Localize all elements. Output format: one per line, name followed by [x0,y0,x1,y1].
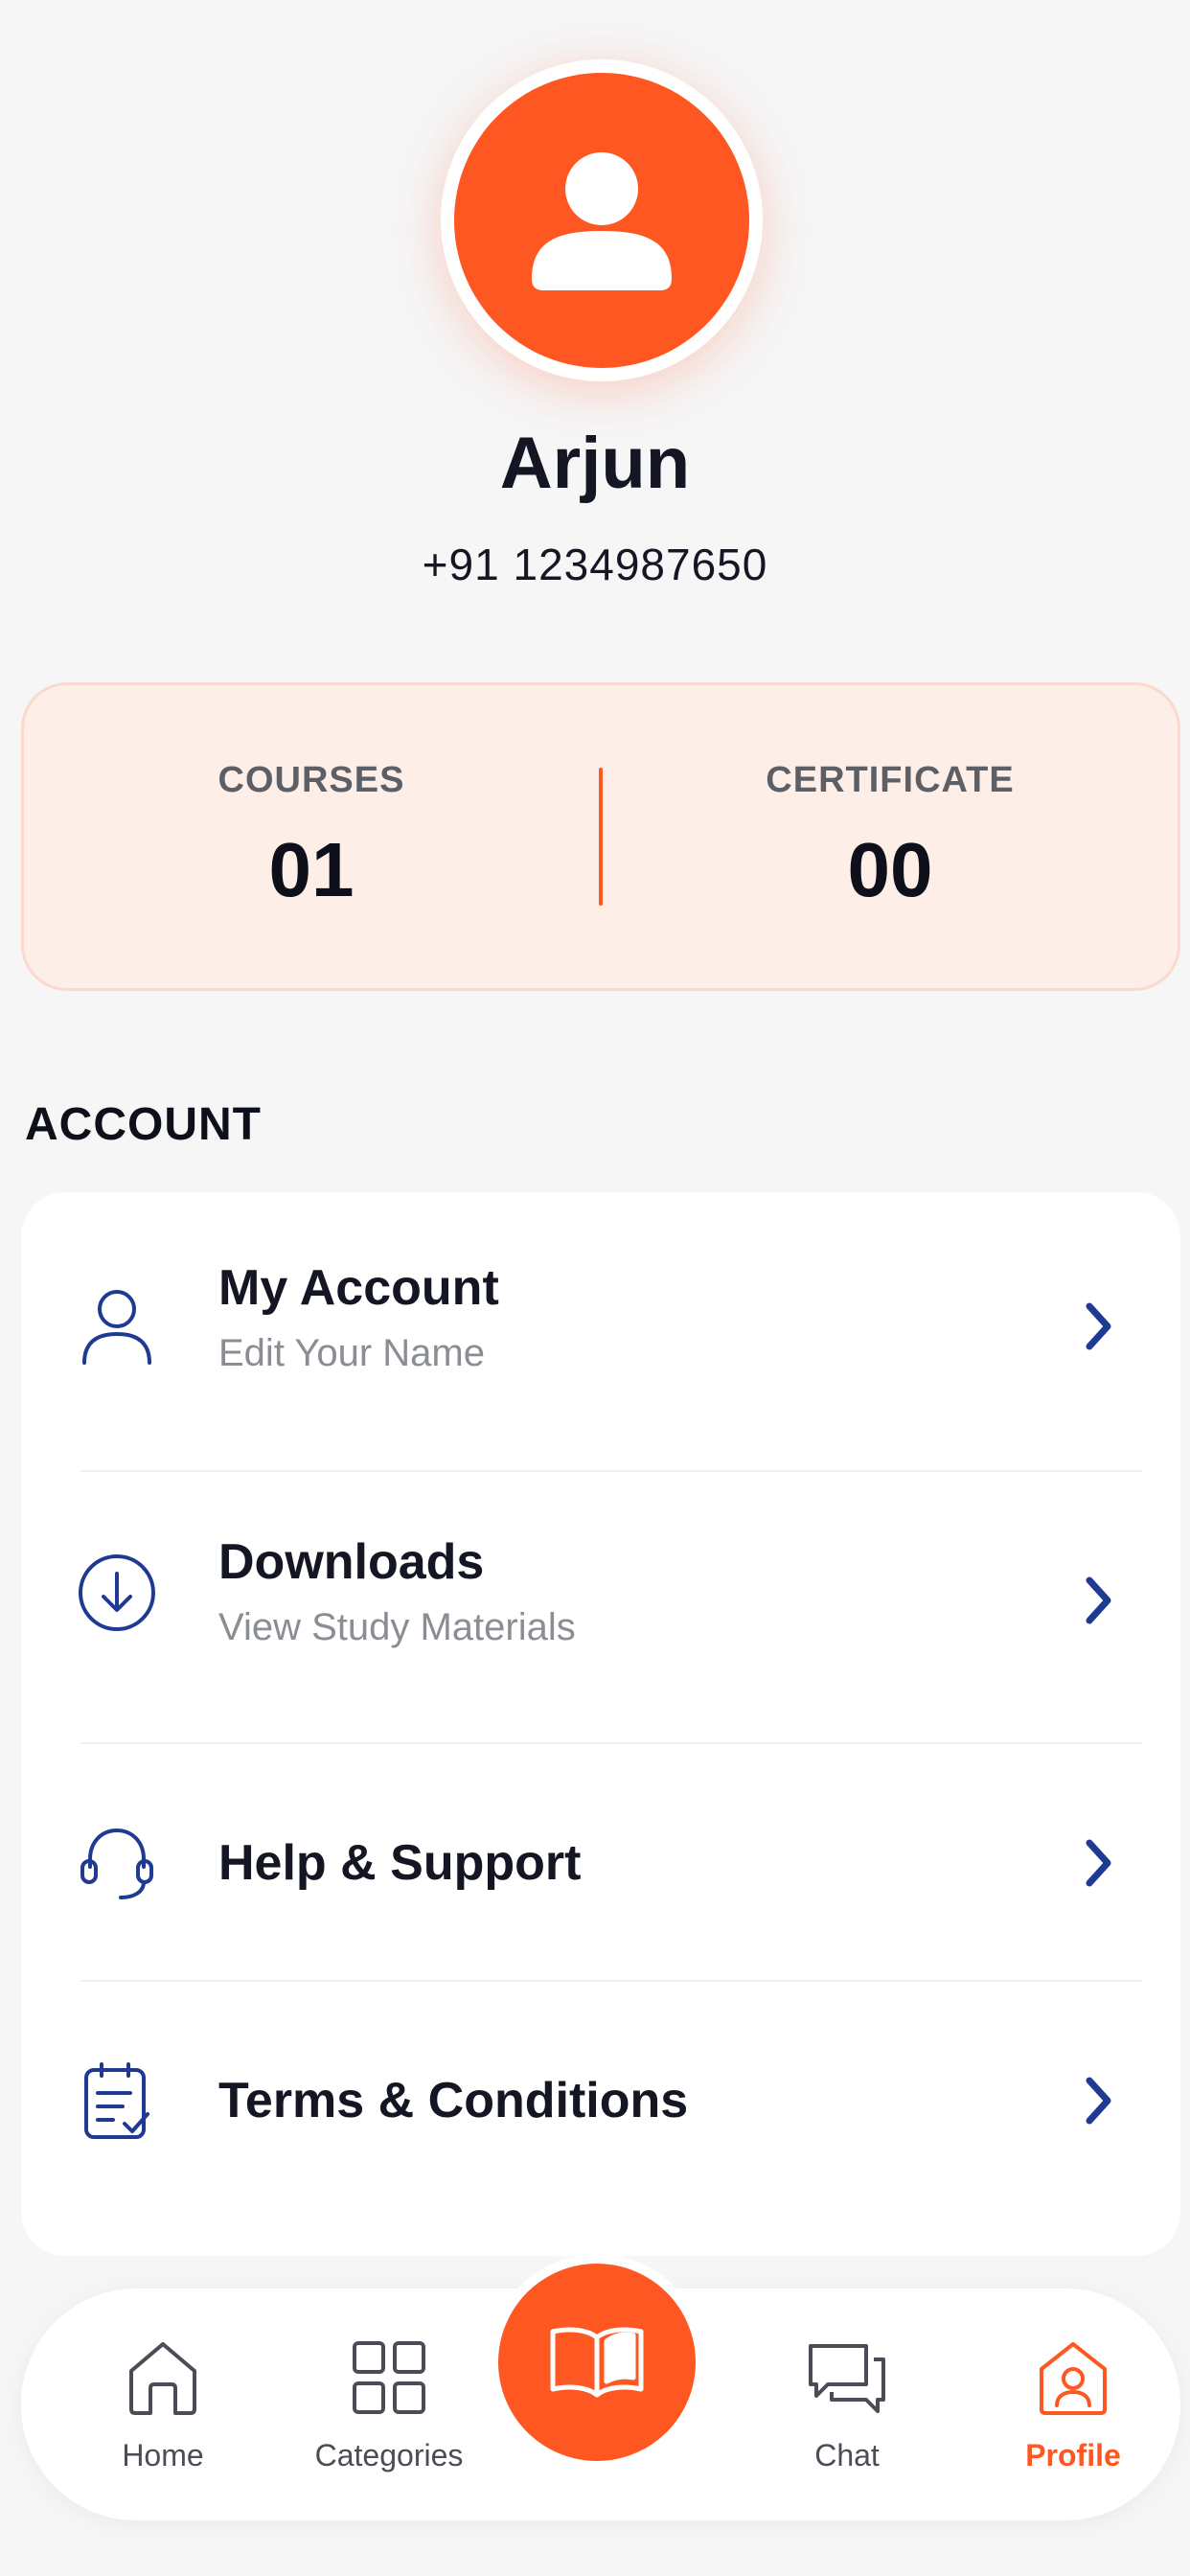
avatar[interactable] [454,73,749,368]
chat-icon [742,2336,952,2419]
user-phone: +91 1234987650 [422,540,768,589]
headset-icon [77,1823,157,1903]
nav-label: Categories [314,2438,464,2472]
menu-title: Help & Support [218,1835,582,1891]
account-list: My Account Edit Your Name Downloads View… [21,1192,1180,2256]
menu-subtitle: Edit Your Name [218,1332,485,1374]
menu-divider [80,1980,1142,1982]
stat-certificate[interactable]: CERTIFICATE 00 [603,760,1178,914]
user-name: Arjun [499,423,691,504]
chevron-right-icon [1075,2074,1121,2128]
menu-item-my-account[interactable]: My Account Edit Your Name [21,1250,1180,1403]
menu-title: My Account [218,1260,499,1316]
nav-label: Chat [814,2438,880,2472]
center-button-ring [489,2254,705,2471]
user-icon [77,1286,157,1367]
menu-item-downloads[interactable]: Downloads View Study Materials [21,1524,1180,1677]
profile-screen: Arjun +91 1234987650 COURSES 01 CERTIFIC… [0,0,1190,2576]
menu-divider [80,1742,1142,1744]
chevron-right-icon [1075,1574,1121,1627]
stats-card: COURSES 01 CERTIFICATE 00 [21,682,1180,991]
nav-item-categories[interactable]: Categories [284,2336,494,2473]
menu-text: My Account Edit Your Name [218,1259,499,1375]
menu-text: Help & Support [218,1834,581,1892]
chevron-right-icon [1075,1300,1121,1353]
menu-text: Downloads View Study Materials [218,1533,576,1649]
account-section-title: ACCOUNT [25,1099,262,1150]
stat-courses-value: 01 [268,826,355,912]
menu-item-terms-conditions[interactable]: Terms & Conditions [21,2024,1180,2177]
menu-text: Terms & Conditions [218,2072,688,2129]
menu-title: Terms & Conditions [218,2073,689,2128]
menu-item-help-support[interactable]: Help & Support [21,1786,1180,1940]
avatar-person-icon [532,152,672,290]
stat-courses-label: COURSES [217,759,405,800]
menu-divider [80,1470,1142,1472]
nav-item-profile[interactable]: Profile [968,2336,1179,2473]
nav-label: Profile [1025,2438,1121,2472]
chevron-right-icon [1075,1836,1121,1890]
avatar-ring [441,59,763,381]
courses-center-button[interactable] [498,2264,696,2461]
download-icon [77,1552,157,1633]
menu-subtitle: View Study Materials [218,1606,576,1648]
home-icon [57,2336,268,2419]
nav-item-home[interactable]: Home [57,2336,268,2473]
nav-item-chat[interactable]: Chat [742,2336,952,2473]
menu-title: Downloads [218,1534,485,1590]
profile-icon [968,2336,1179,2419]
stat-courses[interactable]: COURSES 01 [24,760,599,914]
nav-label: Home [122,2438,204,2472]
grid-icon [284,2336,494,2419]
document-check-icon [77,2060,157,2141]
book-icon [550,2327,644,2398]
stat-certificate-value: 00 [847,826,933,912]
stat-certificate-label: CERTIFICATE [766,759,1015,800]
